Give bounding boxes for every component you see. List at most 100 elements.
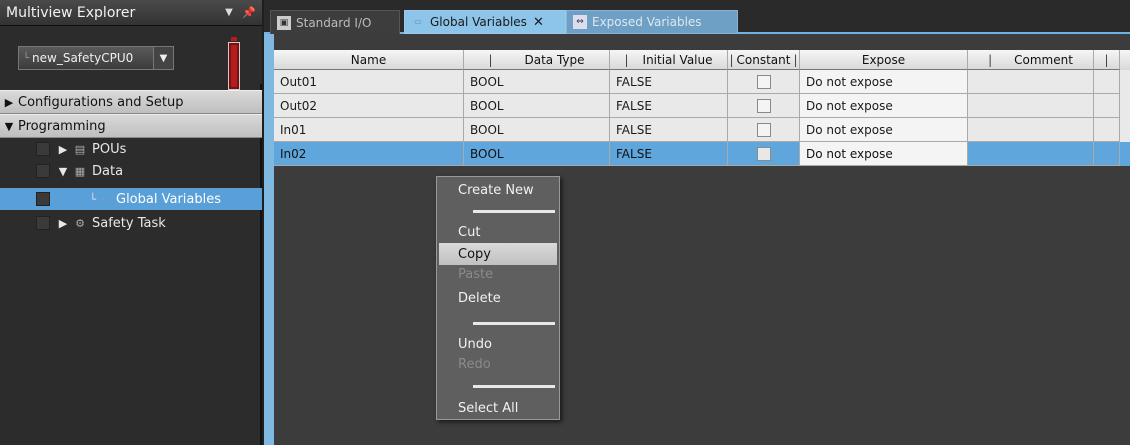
column-header-comment[interactable]: | Comment: [968, 50, 1094, 70]
collapse-arrow-icon[interactable]: ▼: [0, 120, 18, 133]
section-label: Configurations and Setup: [18, 94, 184, 110]
menu-item-paste[interactable]: Paste: [439, 265, 557, 283]
extra-cell: [1094, 142, 1120, 166]
initial-value-cell[interactable]: FALSE: [610, 70, 728, 94]
multiview-explorer-panel: Multiview Explorer ▼ 📌 └ new_SafetyCPU0 …: [0, 0, 262, 445]
column-header-name[interactable]: Name: [274, 50, 464, 70]
menu-item-undo[interactable]: Undo: [439, 333, 557, 355]
device-row: └ new_SafetyCPU0 ▼: [0, 26, 262, 90]
column-separator-bar: |: [729, 52, 734, 67]
menu-item-create-new[interactable]: Create New: [439, 179, 557, 201]
table-row-selected[interactable]: In02 BOOL FALSE Do not expose: [274, 142, 1130, 166]
tree-item-global-variables[interactable]: └ ▭ Global Variables: [0, 188, 262, 210]
extra-cell: [1094, 70, 1120, 94]
variable-name-cell[interactable]: Out02: [274, 94, 464, 118]
column-header-initial-value[interactable]: | Initial Value: [610, 50, 728, 70]
column-header-extra[interactable]: |: [1094, 50, 1120, 70]
tree-item-label: Data: [92, 163, 124, 179]
tree-item-pous[interactable]: ▶ ▤ POUs: [0, 138, 262, 160]
expose-cell[interactable]: Do not expose: [800, 118, 968, 142]
constant-checkbox[interactable]: [756, 122, 771, 137]
comment-cell[interactable]: [968, 94, 1094, 118]
tree-item-data[interactable]: ▼ ▦ Data: [0, 160, 262, 182]
initial-value-cell[interactable]: FALSE: [610, 118, 728, 142]
menu-item-delete[interactable]: Delete: [439, 287, 557, 309]
close-icon[interactable]: ✕: [533, 15, 544, 30]
task-icon: ⚙: [75, 216, 85, 230]
column-separator-bar: |: [988, 52, 993, 67]
expose-cell[interactable]: Do not expose: [800, 70, 968, 94]
tree-item-safety-task[interactable]: ▶ ⚙ Safety Task: [0, 212, 262, 234]
comment-cell[interactable]: [968, 142, 1094, 166]
tab-exposed-variables[interactable]: ⇔ Exposed Variables: [566, 10, 738, 34]
dropdown-arrow-icon[interactable]: ▼: [153, 47, 173, 69]
table-row[interactable]: Out02 BOOL FALSE Do not expose: [274, 94, 1130, 118]
tree-checkbox[interactable]: [36, 142, 50, 156]
editor-tabbar: ▣ Standard I/O ▭ Global Variables ✕ ⇔ Ex…: [264, 0, 1130, 34]
expand-arrow-icon[interactable]: ▶: [56, 143, 70, 156]
column-header-data-type[interactable]: | Data Type: [464, 50, 610, 70]
tree-item-label: Global Variables: [116, 191, 222, 207]
constant-checkbox[interactable]: [756, 98, 771, 113]
variable-name-cell[interactable]: Out01: [274, 70, 464, 94]
collapse-arrow-icon[interactable]: ▼: [56, 165, 70, 178]
comment-cell[interactable]: [968, 70, 1094, 94]
tree-checkbox[interactable]: [36, 216, 50, 230]
menu-item-cut[interactable]: Cut: [439, 221, 557, 243]
menu-separator: [473, 385, 555, 388]
expose-cell[interactable]: Do not expose: [800, 94, 968, 118]
constant-cell: [728, 118, 800, 142]
tree-checkbox[interactable]: [36, 164, 50, 178]
initial-value-cell[interactable]: FALSE: [610, 94, 728, 118]
column-header-expose[interactable]: Expose: [800, 50, 968, 70]
pin-icon[interactable]: 📌: [236, 6, 262, 19]
chevron-down-icon[interactable]: ▼: [222, 7, 236, 18]
table-row[interactable]: In01 BOOL FALSE Do not expose: [274, 118, 1130, 142]
expand-arrow-icon[interactable]: ▶: [0, 96, 18, 109]
menu-separator: [473, 210, 555, 213]
menu-item-copy[interactable]: Copy: [439, 243, 557, 265]
extra-cell: [1094, 118, 1120, 142]
expose-cell[interactable]: Do not expose: [800, 142, 968, 166]
menu-item-select-all[interactable]: Select All: [439, 397, 557, 419]
expand-arrow-icon[interactable]: ▶: [56, 217, 70, 230]
column-separator-bar: |: [793, 52, 798, 67]
data-type-cell[interactable]: BOOL: [464, 70, 610, 94]
section-configurations-and-setup[interactable]: ▶ Configurations and Setup: [0, 90, 262, 114]
column-separator-bar: |: [1104, 52, 1109, 67]
constant-checkbox[interactable]: [756, 74, 771, 89]
global-variables-editor: Name | Data Type | Initial Value | Const…: [264, 34, 1130, 445]
variable-name-cell[interactable]: In01: [274, 118, 464, 142]
section-programming[interactable]: ▼ Programming: [0, 114, 262, 138]
constant-cell: [728, 70, 800, 94]
variables-table: Name | Data Type | Initial Value | Const…: [274, 50, 1130, 166]
table-row[interactable]: Out01 BOOL FALSE Do not expose: [274, 70, 1130, 94]
io-icon: ▣: [277, 15, 291, 30]
device-select[interactable]: └ new_SafetyCPU0 ▼: [18, 46, 174, 70]
variables-icon: ▭: [414, 17, 422, 26]
tree-branch-glyph: └: [89, 192, 96, 206]
data-type-cell[interactable]: BOOL: [464, 118, 610, 142]
tab-label: Standard I/O: [296, 15, 372, 30]
variable-name-cell[interactable]: In02: [274, 142, 464, 166]
column-header-label: Initial Value: [642, 52, 713, 67]
menu-item-redo[interactable]: Redo: [439, 353, 557, 375]
context-menu: Create New Cut Copy Paste Delete Undo Re…: [436, 176, 560, 420]
section-label: Programming: [18, 118, 106, 134]
column-header-label: Constant: [736, 52, 791, 67]
initial-value-cell[interactable]: FALSE: [610, 142, 728, 166]
variables-icon: ▭: [100, 194, 108, 204]
column-separator-bar: |: [488, 52, 493, 67]
data-icon: ▦: [74, 164, 86, 178]
tree-checkbox[interactable]: [36, 192, 50, 206]
tab-label: Exposed Variables: [592, 15, 702, 29]
tab-label: Global Variables: [430, 15, 527, 29]
data-type-cell[interactable]: BOOL: [464, 142, 610, 166]
constant-checkbox[interactable]: [756, 146, 771, 161]
tab-global-variables[interactable]: ▭ Global Variables ✕: [404, 10, 566, 34]
comment-cell[interactable]: [968, 118, 1094, 142]
tab-standard-io[interactable]: ▣ Standard I/O: [270, 10, 400, 34]
column-header-constant[interactable]: | Constant |: [728, 50, 800, 70]
data-type-cell[interactable]: BOOL: [464, 94, 610, 118]
column-separator-bar: |: [624, 52, 629, 67]
